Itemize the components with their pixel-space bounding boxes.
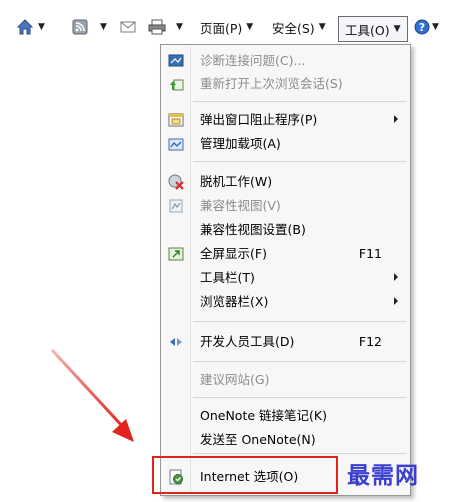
menu-item-popup-blocker[interactable]: 弹出窗口阻止程序(P) xyxy=(163,109,408,131)
compat-view-icon xyxy=(169,199,183,213)
safety-menu-button[interactable]: 安全(S) ▼ xyxy=(272,14,326,40)
help-icon: ? xyxy=(414,19,430,35)
watermark: 最需网 xyxy=(347,462,419,489)
page-menu-label: 页面(P) xyxy=(200,20,243,36)
offline-icon xyxy=(168,174,184,190)
svg-text:?: ? xyxy=(419,21,425,34)
home-button[interactable]: ▼ xyxy=(16,14,45,40)
safety-menu-label: 安全(S) xyxy=(272,20,315,36)
menu-item-explorer-bars[interactable]: 浏览器栏(X) xyxy=(163,291,408,313)
chevron-down-icon: ▼ xyxy=(432,22,439,32)
popup-blocker-icon xyxy=(168,113,184,127)
addons-icon xyxy=(168,138,184,151)
chevron-down-icon: ▼ xyxy=(318,22,326,32)
mail-icon xyxy=(120,21,136,33)
menu-separator xyxy=(193,397,406,398)
tools-menu-label: 工具(O) xyxy=(345,22,390,38)
fullscreen-icon xyxy=(168,247,184,261)
menu-item-compat-view-settings[interactable]: 兼容性视图设置(B) xyxy=(163,219,408,241)
menu-item-suggested-sites[interactable]: 建议网站(G) xyxy=(163,369,408,391)
tools-menu-button[interactable]: 工具(O) ▼ xyxy=(338,16,408,42)
internet-options-highlight-box xyxy=(152,456,338,494)
feeds-icon xyxy=(72,19,88,35)
chevron-down-icon: ▼ xyxy=(176,22,183,32)
chevron-down-icon: ▼ xyxy=(38,22,45,32)
chevron-down-icon: ▼ xyxy=(100,22,107,32)
diagnose-icon xyxy=(168,54,184,67)
page-menu-button[interactable]: 页面(P) ▼ xyxy=(200,14,253,40)
submenu-arrow-icon xyxy=(394,115,398,123)
submenu-arrow-icon xyxy=(394,273,398,281)
home-icon xyxy=(16,19,34,35)
chevron-down-icon: ▼ xyxy=(393,24,401,34)
menu-separator xyxy=(193,101,406,102)
help-button[interactable]: ? ▼ xyxy=(414,14,439,40)
reopen-session-icon xyxy=(170,79,184,91)
menu-separator xyxy=(193,161,406,162)
menu-item-reopen-session[interactable]: 重新打开上次浏览会话(S) xyxy=(163,73,408,95)
printer-icon xyxy=(148,19,166,35)
menu-separator xyxy=(193,321,406,322)
developer-tools-icon xyxy=(170,338,182,346)
chevron-down-icon: ▼ xyxy=(246,22,254,32)
print-button[interactable]: ▼ xyxy=(148,14,183,40)
menu-item-fullscreen[interactable]: 全屏显示(F) F11 xyxy=(163,243,408,265)
menu-item-onenote-linked-notes[interactable]: OneNote 链接笔记(K) xyxy=(163,405,408,427)
menu-separator xyxy=(193,453,406,454)
menu-item-manage-addons[interactable]: 管理加载项(A) xyxy=(163,133,408,155)
menu-item-compat-view[interactable]: 兼容性视图(V) xyxy=(163,195,408,217)
menu-separator xyxy=(193,361,406,362)
tools-dropdown-menu: 诊断连接问题(C)... 重新打开上次浏览会话(S) 弹出窗口阻止程序(P) 管… xyxy=(160,44,411,496)
menu-item-developer-tools[interactable]: 开发人员工具(D) F12 xyxy=(163,331,408,353)
menu-item-diagnose[interactable]: 诊断连接问题(C)... xyxy=(163,50,408,72)
menu-item-work-offline[interactable]: 脱机工作(W) xyxy=(163,171,408,193)
mail-button[interactable] xyxy=(120,14,136,40)
submenu-arrow-icon xyxy=(394,297,398,305)
menu-item-send-to-onenote[interactable]: 发送至 OneNote(N) xyxy=(163,429,408,451)
menu-item-toolbars[interactable]: 工具栏(T) xyxy=(163,267,408,289)
feeds-button[interactable]: ▼ xyxy=(72,14,107,40)
